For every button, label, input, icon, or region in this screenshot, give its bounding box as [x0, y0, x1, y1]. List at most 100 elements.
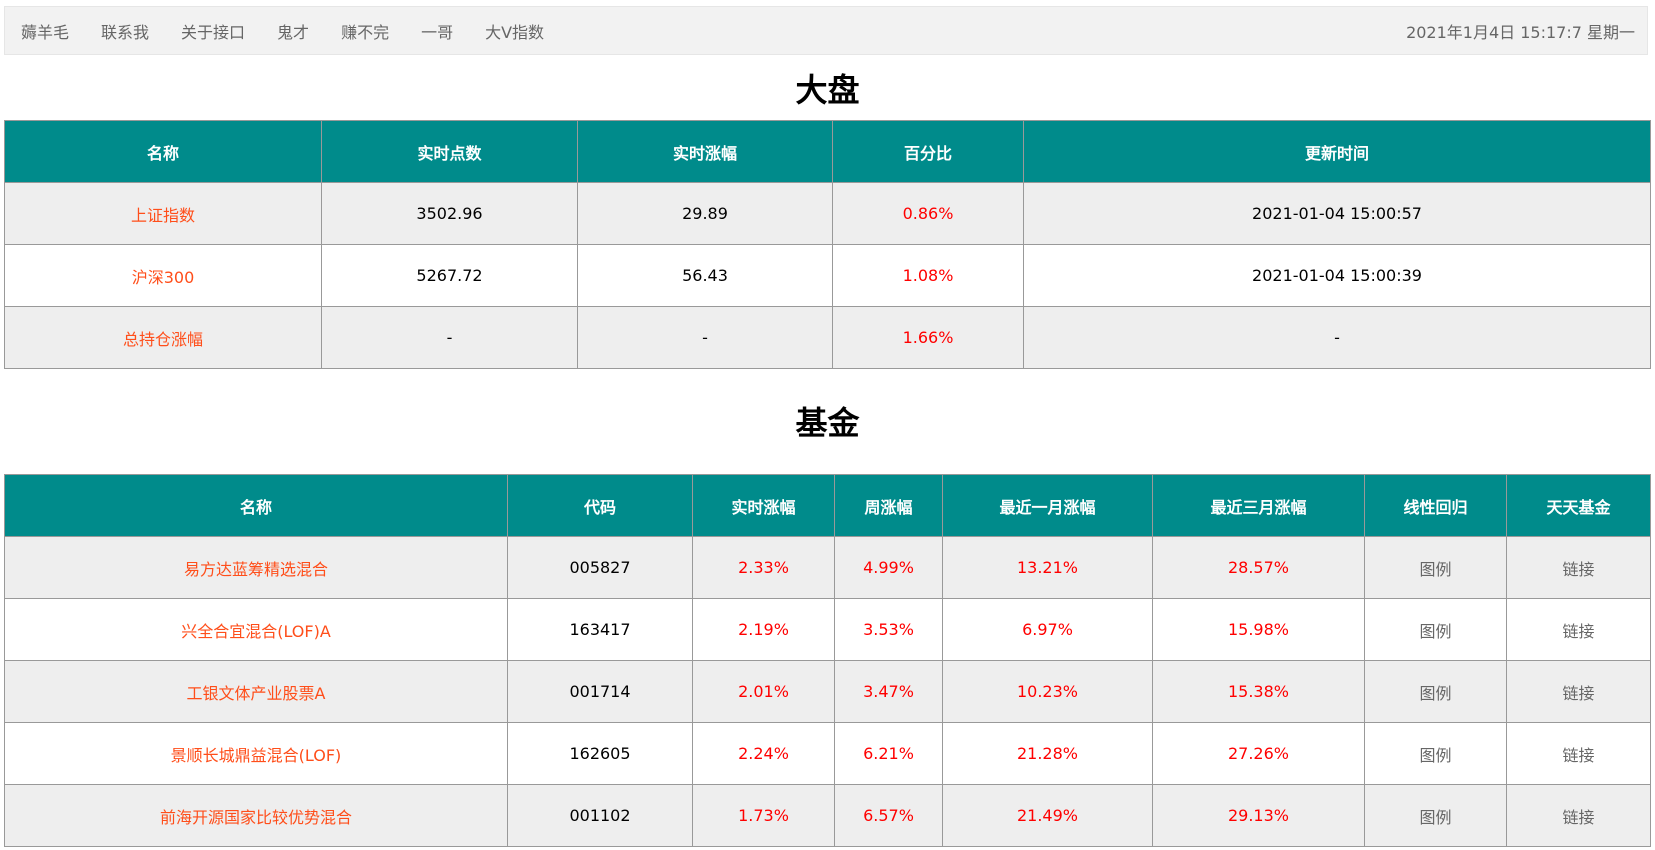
chart-link[interactable]: 图例	[1419, 622, 1451, 641]
cell-name: 前海开源国家比较优势混合	[4, 784, 508, 847]
cell-code: 001102	[507, 784, 693, 847]
cell-month3: 15.38%	[1152, 660, 1365, 723]
cell-month3: 29.13%	[1152, 784, 1365, 847]
nav-links: 薅羊毛 联系我 关于接口 鬼才 赚不完 一哥 大V指数	[5, 19, 576, 43]
col-header-points: 实时点数	[321, 120, 578, 183]
index-name-link[interactable]: 上证指数	[131, 206, 195, 225]
table-row: 总持仓涨幅 - - 1.66% -	[4, 306, 1651, 369]
fund-name-link[interactable]: 工银文体产业股票A	[187, 684, 326, 703]
col-header-name: 名称	[4, 120, 322, 183]
cell-week: 3.53%	[834, 598, 943, 661]
nav-link-endless-profit[interactable]: 赚不完	[341, 19, 389, 43]
tiantian-link[interactable]: 链接	[1562, 746, 1594, 765]
cell-name: 总持仓涨幅	[4, 306, 322, 369]
col-header-tiantian: 天天基金	[1506, 474, 1651, 537]
cell-realtime: 2.01%	[692, 660, 835, 723]
cell-week: 4.99%	[834, 536, 943, 599]
cell-code: 163417	[507, 598, 693, 661]
cell-name: 兴全合宜混合(LOF)A	[4, 598, 508, 661]
cell-chart: 图例	[1364, 784, 1507, 847]
cell-points: 5267.72	[321, 244, 578, 307]
clock: 2021年1月4日 15:17:7 星期一	[1406, 22, 1635, 42]
col-header-month1: 最近一月涨幅	[942, 474, 1153, 537]
cell-realtime: 2.19%	[692, 598, 835, 661]
cell-week: 6.21%	[834, 722, 943, 785]
table-row: 上证指数 3502.96 29.89 0.86% 2021-01-04 15:0…	[4, 182, 1651, 245]
table-row: 易方达蓝筹精选混合 005827 2.33% 4.99% 13.21% 28.5…	[4, 536, 1651, 599]
cell-change: 56.43	[577, 244, 833, 307]
nav-link-genius[interactable]: 鬼才	[277, 19, 309, 43]
col-header-month3: 最近三月涨幅	[1152, 474, 1365, 537]
chart-link[interactable]: 图例	[1419, 746, 1451, 765]
cell-link: 链接	[1506, 536, 1651, 599]
market-title: 大盘	[795, 71, 860, 109]
cell-percent: 1.08%	[832, 244, 1024, 307]
chart-link[interactable]: 图例	[1419, 560, 1451, 579]
fund-name-link[interactable]: 前海开源国家比较优势混合	[160, 808, 352, 827]
cell-points: 3502.96	[321, 182, 578, 245]
cell-week: 6.57%	[834, 784, 943, 847]
nav-link-big-brother[interactable]: 一哥	[421, 19, 453, 43]
chart-link[interactable]: 图例	[1419, 808, 1451, 827]
col-header-realtime: 实时涨幅	[692, 474, 835, 537]
cell-updated: -	[1023, 306, 1651, 369]
cell-link: 链接	[1506, 784, 1651, 847]
cell-month1: 21.49%	[942, 784, 1153, 847]
cell-link: 链接	[1506, 660, 1651, 723]
cell-week: 3.47%	[834, 660, 943, 723]
cell-chart: 图例	[1364, 722, 1507, 785]
col-header-week: 周涨幅	[834, 474, 943, 537]
col-header-updated: 更新时间	[1023, 120, 1651, 183]
col-header-percent: 百分比	[832, 120, 1024, 183]
cell-code: 005827	[507, 536, 693, 599]
market-header-row: 名称 实时点数 实时涨幅 百分比 更新时间	[4, 120, 1651, 183]
cell-link: 链接	[1506, 598, 1651, 661]
tiantian-link[interactable]: 链接	[1562, 622, 1594, 641]
tiantian-link[interactable]: 链接	[1562, 560, 1594, 579]
nav-link-contact[interactable]: 联系我	[101, 19, 149, 43]
table-row: 工银文体产业股票A 001714 2.01% 3.47% 10.23% 15.3…	[4, 660, 1651, 723]
cell-month1: 13.21%	[942, 536, 1153, 599]
col-header-code: 代码	[507, 474, 693, 537]
col-header-regression: 线性回归	[1364, 474, 1507, 537]
cell-chart: 图例	[1364, 598, 1507, 661]
table-row: 前海开源国家比较优势混合 001102 1.73% 6.57% 21.49% 2…	[4, 784, 1651, 847]
cell-percent: 0.86%	[832, 182, 1024, 245]
fund-name-link[interactable]: 易方达蓝筹精选混合	[184, 560, 328, 579]
cell-month3: 28.57%	[1152, 536, 1365, 599]
nav-link-about-api[interactable]: 关于接口	[181, 19, 245, 43]
cell-link: 链接	[1506, 722, 1651, 785]
col-header-change: 实时涨幅	[577, 120, 833, 183]
funds-title: 基金	[795, 404, 860, 442]
fund-name-link[interactable]: 兴全合宜混合(LOF)A	[181, 622, 331, 641]
nav-link-bigv-index[interactable]: 大V指数	[485, 19, 544, 43]
cell-realtime: 2.33%	[692, 536, 835, 599]
cell-chart: 图例	[1364, 660, 1507, 723]
table-row: 景顺长城鼎益混合(LOF) 162605 2.24% 6.21% 21.28% …	[4, 722, 1651, 785]
fund-table: 名称 代码 实时涨幅 周涨幅 最近一月涨幅 最近三月涨幅 线性回归 天天基金 易…	[4, 474, 1651, 847]
fund-name-link[interactable]: 景顺长城鼎益混合(LOF)	[171, 746, 342, 765]
cell-month1: 10.23%	[942, 660, 1153, 723]
cell-updated: 2021-01-04 15:00:57	[1023, 182, 1651, 245]
tiantian-link[interactable]: 链接	[1562, 808, 1594, 827]
cell-code: 001714	[507, 660, 693, 723]
cell-change: 29.89	[577, 182, 833, 245]
cell-realtime: 2.24%	[692, 722, 835, 785]
cell-name: 景顺长城鼎益混合(LOF)	[4, 722, 508, 785]
nav-link-wool[interactable]: 薅羊毛	[21, 19, 69, 43]
cell-change: -	[577, 306, 833, 369]
table-row: 沪深300 5267.72 56.43 1.08% 2021-01-04 15:…	[4, 244, 1651, 307]
tiantian-link[interactable]: 链接	[1562, 684, 1594, 703]
fund-header-row: 名称 代码 实时涨幅 周涨幅 最近一月涨幅 最近三月涨幅 线性回归 天天基金	[4, 474, 1651, 537]
index-name-link[interactable]: 总持仓涨幅	[123, 330, 203, 349]
cell-name: 上证指数	[4, 182, 322, 245]
cell-month3: 27.26%	[1152, 722, 1365, 785]
cell-code: 162605	[507, 722, 693, 785]
index-name-link[interactable]: 沪深300	[132, 268, 195, 287]
top-nav: 薅羊毛 联系我 关于接口 鬼才 赚不完 一哥 大V指数 2021年1月4日 15…	[4, 6, 1648, 55]
chart-link[interactable]: 图例	[1419, 684, 1451, 703]
cell-name: 易方达蓝筹精选混合	[4, 536, 508, 599]
cell-updated: 2021-01-04 15:00:39	[1023, 244, 1651, 307]
market-table: 名称 实时点数 实时涨幅 百分比 更新时间 上证指数 3502.96 29.89…	[4, 120, 1651, 369]
cell-chart: 图例	[1364, 536, 1507, 599]
